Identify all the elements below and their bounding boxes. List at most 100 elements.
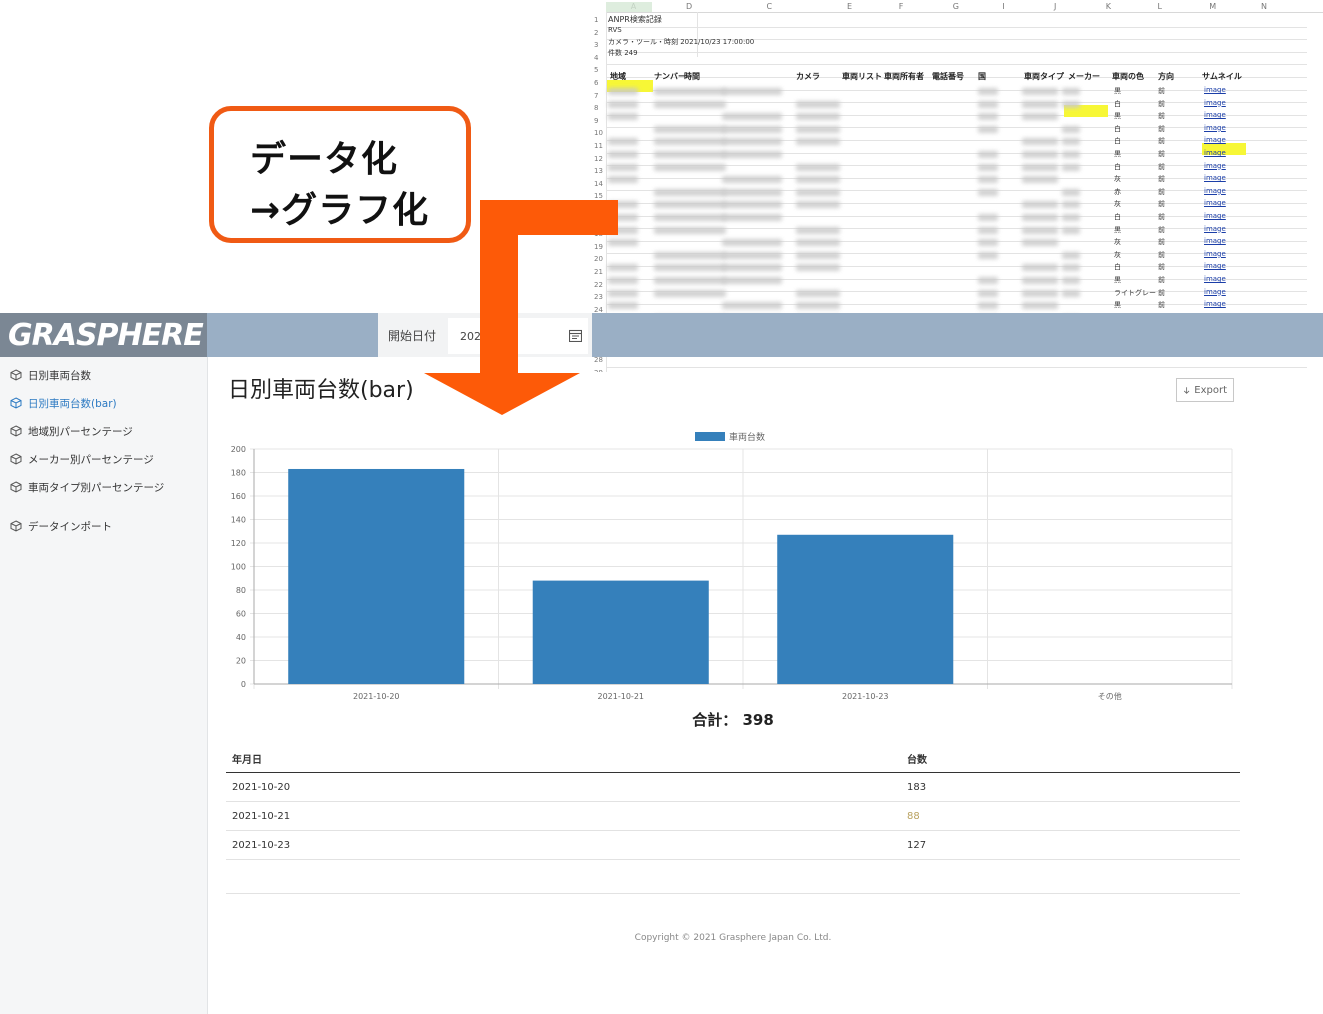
sheet-blurred-cell bbox=[722, 201, 782, 209]
sidebar-item-label: 日別車両台数(bar) bbox=[28, 397, 117, 410]
sidebar-item-label: データインポート bbox=[28, 520, 112, 533]
export-button[interactable]: Export bbox=[1176, 378, 1234, 402]
sheet-column-letter: E bbox=[847, 2, 853, 11]
sheet-blurred-cell bbox=[1022, 176, 1058, 184]
sheet-row-line bbox=[606, 303, 1307, 305]
legend-swatch bbox=[695, 432, 725, 441]
sheet-blurred-cell bbox=[796, 125, 840, 133]
sheet-blurred-cell bbox=[1022, 214, 1058, 221]
cell-date: 2021-10-20 bbox=[226, 772, 901, 802]
sheet-blurred-cell bbox=[1062, 100, 1080, 108]
sheet-column-letter: L bbox=[1157, 2, 1162, 11]
y-tick-label: 180 bbox=[231, 469, 246, 478]
table-row: 2021-10-21 88 bbox=[226, 801, 1240, 831]
sheet-direction-cell: 前 bbox=[1158, 238, 1165, 247]
sheet-image-link: image bbox=[1204, 199, 1226, 208]
sidebar-item-maker-percentage[interactable]: メーカー別パーセンテージ bbox=[10, 449, 154, 469]
sheet-blurred-cell bbox=[978, 125, 998, 133]
sheet-header-cell: ナンバー bbox=[654, 72, 686, 81]
sheet-direction-cell: 前 bbox=[1158, 175, 1165, 184]
sheet-blurred-cell bbox=[722, 176, 782, 184]
sheet-column-letter: N bbox=[1261, 2, 1267, 11]
total-value: 398 bbox=[742, 711, 774, 729]
bar bbox=[777, 534, 954, 684]
sheet-image-link: image bbox=[1204, 262, 1226, 271]
sheet-blurred-cell bbox=[722, 113, 782, 121]
sheet-blurred-cell bbox=[978, 151, 998, 158]
sheet-blurred-cell bbox=[1022, 113, 1058, 121]
sheet-row-number: 5 bbox=[594, 66, 599, 75]
logo[interactable]: GRASPHERE bbox=[8, 316, 204, 356]
sheet-header-cell: 電話番号 bbox=[932, 72, 964, 81]
sidebar-item-daily-vehicles[interactable]: 日別車両台数 bbox=[10, 365, 91, 385]
sheet-header-cell: 時間 bbox=[684, 72, 700, 81]
sheet-blurred-cell bbox=[978, 113, 998, 121]
sheet-blurred-cell bbox=[796, 264, 840, 272]
sheet-blurred-cell bbox=[654, 226, 726, 234]
column-header-count[interactable]: 台数 bbox=[901, 744, 1240, 773]
sheet-color-cell: 白 bbox=[1114, 124, 1121, 133]
sheet-blurred-cell bbox=[978, 302, 998, 310]
sheet-direction-cell: 前 bbox=[1158, 124, 1165, 133]
sheet-column-letter: D bbox=[686, 2, 693, 11]
sheet-row-number: 1 bbox=[594, 16, 599, 24]
cell-count: 183 bbox=[901, 772, 1240, 802]
sheet-blurred-cell bbox=[654, 201, 726, 209]
sheet-image-link: image bbox=[1204, 212, 1226, 220]
sheet-blurred-cell bbox=[1022, 264, 1058, 272]
sheet-image-link: image bbox=[1204, 149, 1226, 157]
sheet-blurred-cell bbox=[978, 163, 998, 171]
sheet-image-link: image bbox=[1204, 111, 1226, 120]
sheet-blurred-cell bbox=[722, 125, 782, 133]
sheet-direction-cell: 前 bbox=[1158, 87, 1165, 95]
sheet-row-number: 4 bbox=[594, 53, 599, 62]
down-arrow-icon bbox=[424, 200, 618, 415]
sheet-color-cell: 灰 bbox=[1114, 175, 1121, 184]
sheet-row-number: 13 bbox=[594, 167, 603, 176]
sheet-blurred-cell bbox=[654, 163, 726, 171]
sheet-blurred-cell bbox=[1022, 100, 1058, 108]
sheet-blurred-cell bbox=[722, 251, 782, 259]
sheet-header-cell: 車両タイプ bbox=[1024, 72, 1064, 81]
sheet-blurred-cell bbox=[1062, 214, 1080, 221]
cube-icon bbox=[10, 520, 22, 532]
sheet-blurred-cell bbox=[1022, 138, 1058, 146]
sheet-color-cell: 黒 bbox=[1114, 301, 1121, 310]
sheet-blurred-cell bbox=[722, 264, 782, 272]
y-tick-label: 0 bbox=[241, 680, 246, 689]
sheet-column-letter: F bbox=[898, 2, 904, 11]
sheet-blurred-cell bbox=[1062, 88, 1080, 95]
sidebar-item-data-import[interactable]: データインポート bbox=[10, 516, 112, 536]
x-tick-label: 2021-10-20 bbox=[353, 692, 400, 701]
sheet-image-link: image bbox=[1204, 300, 1226, 309]
bar bbox=[288, 468, 465, 684]
column-header-date[interactable]: 年月日 bbox=[226, 744, 901, 773]
sheet-blurred-cell bbox=[1062, 277, 1080, 284]
sheet-direction-cell: 前 bbox=[1158, 288, 1165, 297]
sheet-blurred-cell bbox=[796, 302, 840, 310]
sheet-blurred-cell bbox=[978, 100, 998, 108]
sidebar-item-daily-vehicles-bar[interactable]: 日別車両台数(bar) bbox=[10, 393, 117, 413]
sheet-row-line bbox=[606, 26, 1307, 28]
sheet-blurred-cell bbox=[608, 113, 638, 121]
sheet-image-link: image bbox=[1204, 123, 1226, 132]
sheet-column-letter: I bbox=[1002, 2, 1005, 11]
sheet-color-cell: 赤 bbox=[1114, 187, 1121, 196]
cube-icon bbox=[10, 397, 22, 409]
sidebar-item-label: 地域別パーセンテージ bbox=[28, 425, 133, 438]
y-tick-label: 100 bbox=[231, 563, 246, 572]
sheet-blurred-cell bbox=[796, 239, 840, 247]
sheet-blurred-cell bbox=[722, 151, 782, 158]
sheet-column-letter: C bbox=[766, 2, 773, 11]
sidebar-item-region-percentage[interactable]: 地域別パーセンテージ bbox=[10, 421, 133, 441]
sheet-blurred-cell bbox=[1062, 188, 1080, 196]
sheet-row-number: 12 bbox=[594, 154, 603, 163]
sheet-header-cell: カメラ bbox=[796, 72, 820, 81]
sheet-image-link: image bbox=[1204, 237, 1226, 246]
cube-icon bbox=[10, 481, 22, 493]
sheet-row-number: 3 bbox=[594, 41, 599, 50]
bar-chart: 車両台数 0 20 40 60 80 100 120 140 160 180 200 2021-10-2… bbox=[231, 431, 1233, 701]
sidebar-item-vehicle-type-percentage[interactable]: 車両タイプ別パーセンテージ bbox=[10, 477, 164, 497]
sheet-blurred-cell bbox=[796, 188, 840, 196]
sheet-color-cell: ライトグレー bbox=[1114, 288, 1156, 297]
